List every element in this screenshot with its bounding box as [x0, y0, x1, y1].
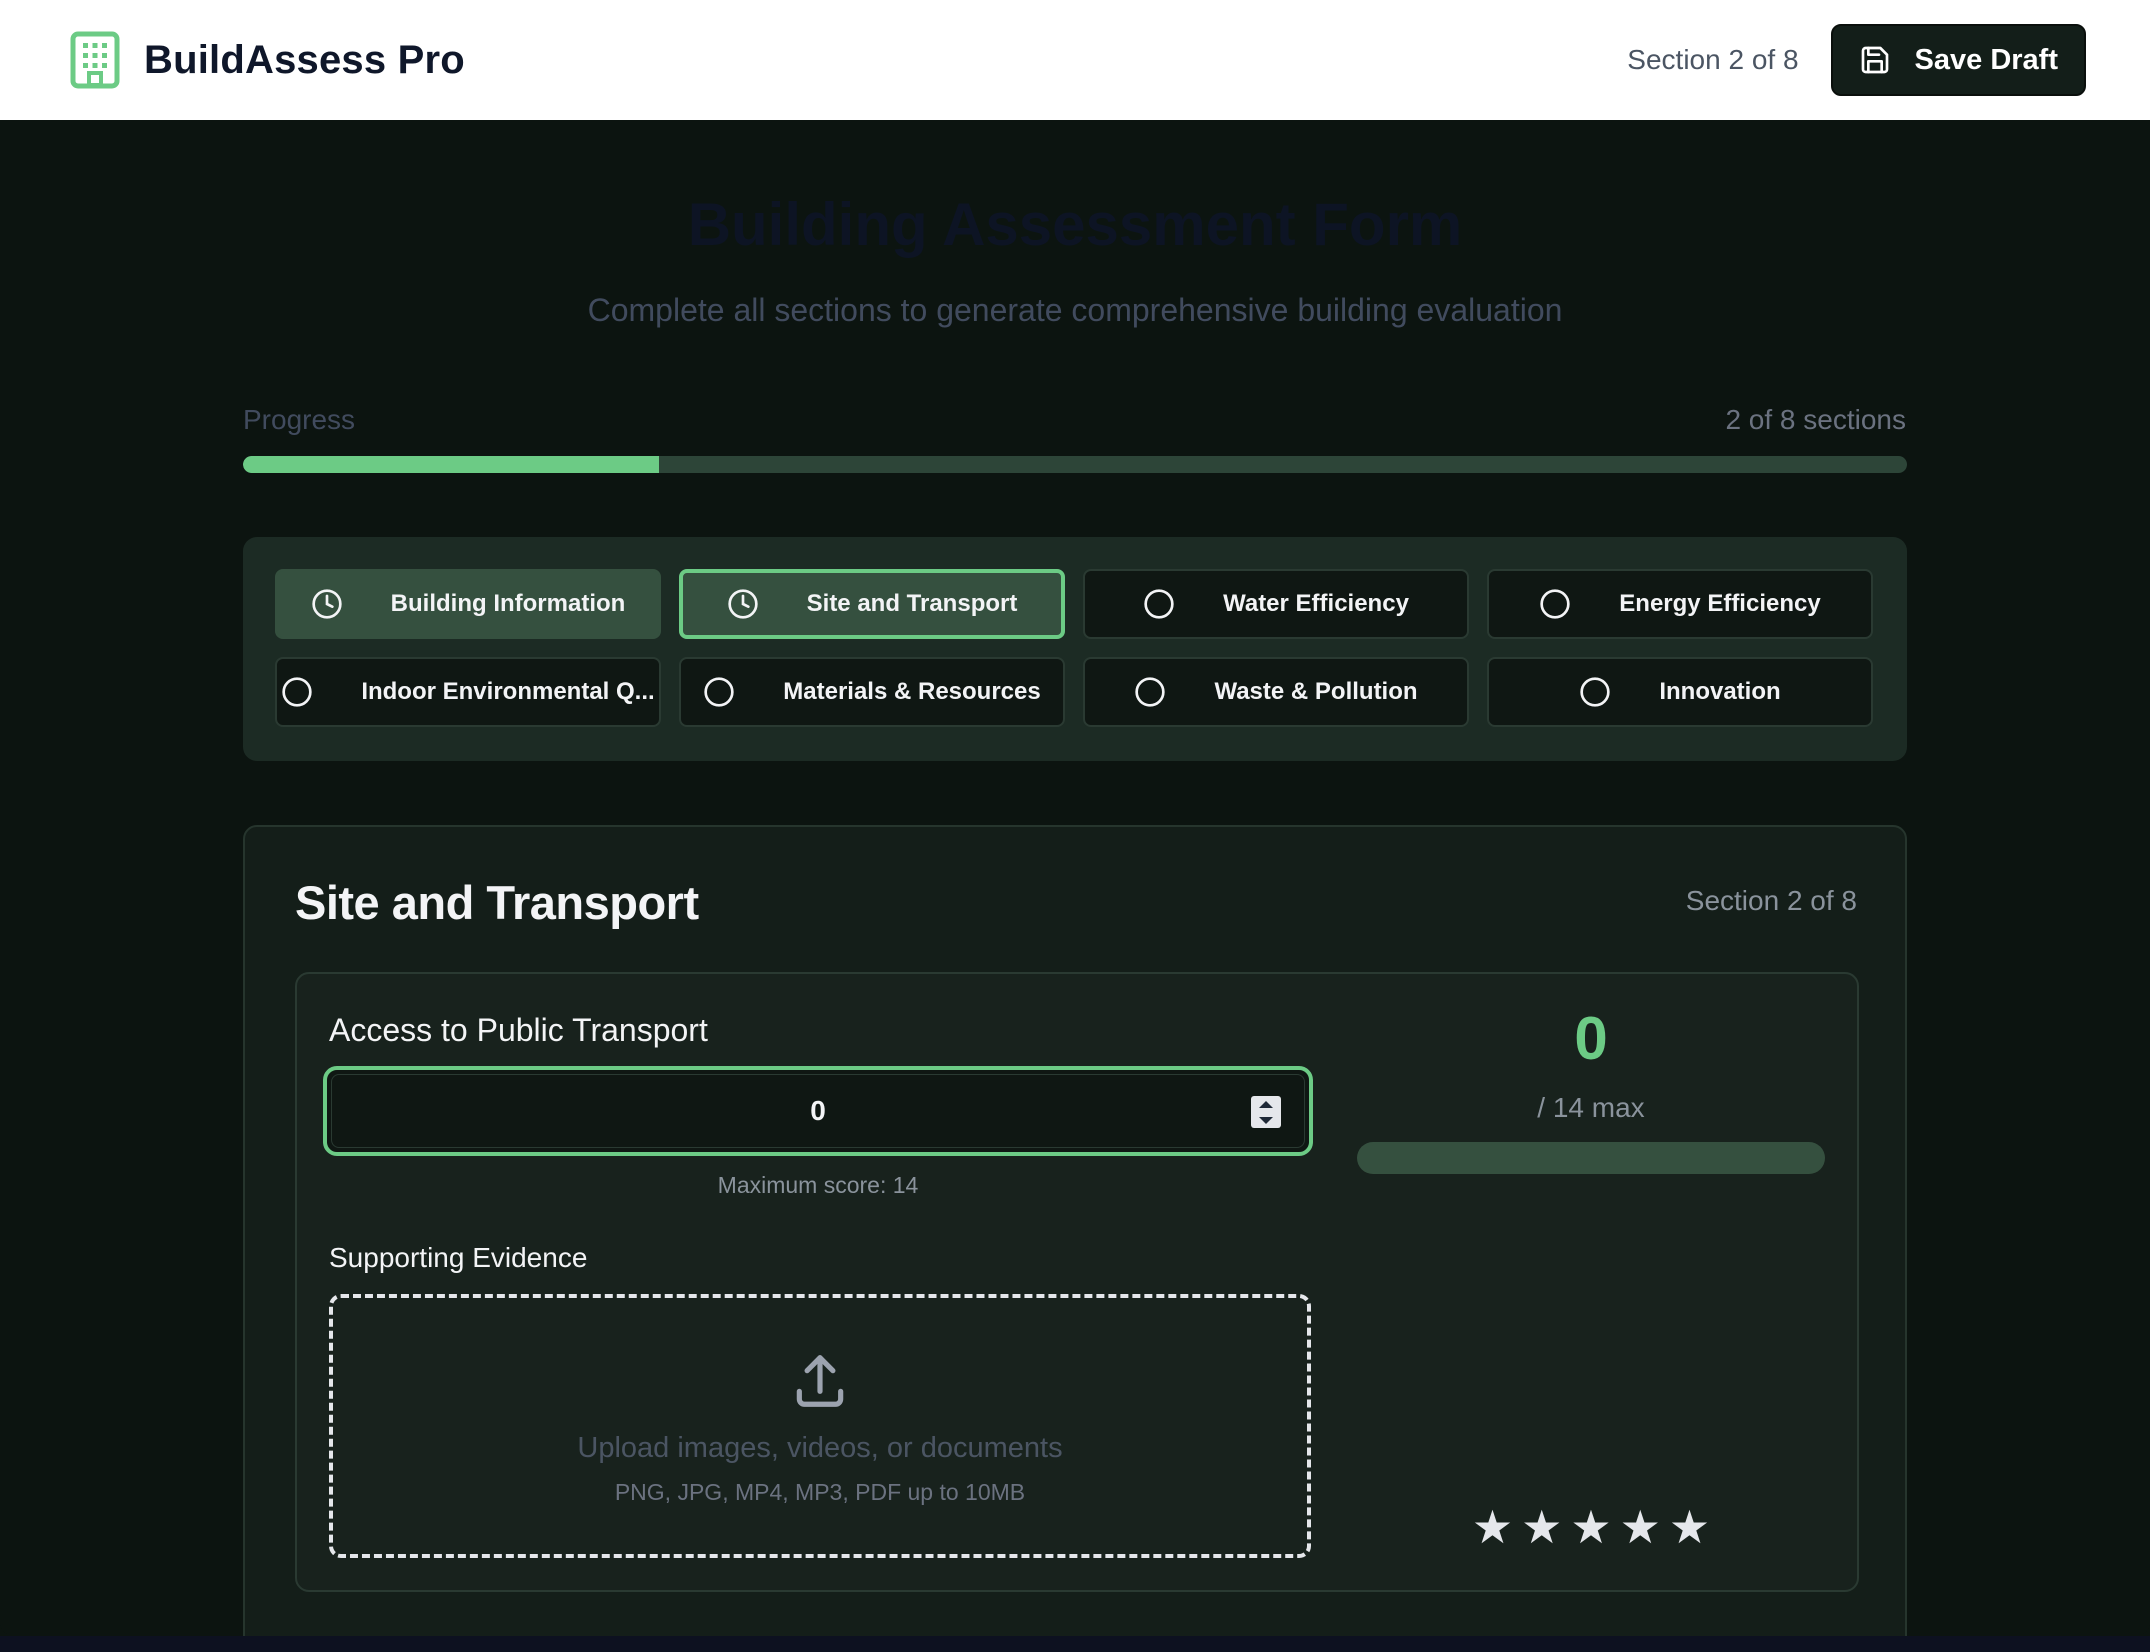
circle-icon — [1134, 676, 1166, 708]
progress-label: Progress — [243, 404, 356, 435]
save-icon — [1861, 46, 1888, 74]
upload-text: Upload images, videos, or documents — [577, 1432, 1063, 1464]
criterion-card: Access to Public Transport 0 Maximum sco… — [295, 972, 1859, 1592]
header-actions: Section 2 of 8 Save Draft — [1627, 24, 2086, 96]
progress-bar-fill — [243, 456, 659, 473]
number-spinner[interactable] — [1251, 1096, 1281, 1128]
spin-down-icon[interactable] — [1259, 1116, 1273, 1124]
score-max: / 14 max — [1537, 1092, 1645, 1123]
tab-building-information[interactable]: Building Information — [275, 569, 661, 639]
save-draft-button[interactable]: Save Draft — [1830, 24, 2086, 96]
star-icon[interactable]: ★ — [1570, 1504, 1611, 1550]
tab-materials-resources[interactable]: Materials & Resources — [679, 657, 1065, 727]
main-content: Building Assessment Form Complete all se… — [0, 120, 2150, 1652]
star-icon[interactable]: ★ — [1521, 1504, 1562, 1550]
tab-label: Innovation — [1659, 678, 1781, 705]
spin-up-icon[interactable] — [1259, 1100, 1273, 1108]
window-bottom-edge — [0, 1636, 2150, 1652]
upload-dropzone[interactable]: Upload images, videos, or documents PNG,… — [329, 1294, 1311, 1558]
star-rating: ★ ★ ★ ★ ★ — [1357, 1504, 1825, 1550]
circle-icon — [1539, 588, 1571, 620]
save-draft-label: Save Draft — [1914, 43, 2058, 76]
section-title: Site and Transport — [295, 876, 699, 929]
progress-bar — [243, 456, 1907, 473]
building-icon — [70, 31, 120, 89]
star-icon[interactable]: ★ — [1669, 1504, 1710, 1550]
tab-label: Site and Transport — [806, 590, 1018, 617]
tab-label: Materials & Resources — [783, 678, 1041, 705]
circle-icon — [1143, 588, 1175, 620]
evidence-label: Supporting Evidence — [329, 1242, 588, 1273]
circle-icon — [703, 676, 735, 708]
tab-label: Waste & Pollution — [1214, 678, 1418, 705]
page-title: Building Assessment Form — [687, 191, 1463, 258]
score-display: 0 — [1574, 1005, 1608, 1072]
clock-icon — [727, 588, 759, 620]
score-input[interactable]: 0 — [323, 1066, 1313, 1156]
tab-label: Energy Efficiency — [1619, 590, 1821, 617]
clock-icon — [311, 588, 343, 620]
max-score-hint: Maximum score: 14 — [717, 1172, 919, 1198]
tab-label: Water Efficiency — [1223, 590, 1409, 617]
app-name: BuildAssess Pro — [144, 37, 465, 82]
tab-indoor-environmental-q[interactable]: Indoor Environmental Q... — [275, 657, 661, 727]
tab-water-efficiency[interactable]: Water Efficiency — [1083, 569, 1469, 639]
page-subtitle: Complete all sections to generate compre… — [587, 292, 1563, 328]
section-tabs: Building Information Site and Transport Wa… — [243, 537, 1907, 761]
star-icon[interactable]: ★ — [1620, 1504, 1661, 1550]
section-indicator: Section 2 of 8 — [1627, 44, 1799, 75]
star-icon[interactable]: ★ — [1472, 1504, 1513, 1550]
progress-count: 2 of 8 sections — [1725, 404, 1906, 435]
score-bar — [1357, 1142, 1825, 1174]
upload-hint: PNG, JPG, MP4, MP3, PDF up to 10MB — [614, 1479, 1026, 1505]
tab-label: Building Information — [390, 590, 626, 617]
criterion-label: Access to Public Transport — [329, 1012, 708, 1048]
circle-icon — [281, 676, 313, 708]
circle-icon — [1579, 676, 1611, 708]
section-number: Section 2 of 8 — [1685, 885, 1857, 916]
section-card: Site and Transport Section 2 of 8 Access… — [243, 825, 1907, 1652]
tab-energy-efficiency[interactable]: Energy Efficiency — [1487, 569, 1873, 639]
upload-icon — [796, 1355, 844, 1407]
tab-waste-pollution[interactable]: Waste & Pollution — [1083, 657, 1469, 727]
top-bar: BuildAssess Pro Section 2 of 8 Save Draf… — [0, 0, 2150, 120]
score-input-value: 0 — [810, 1095, 826, 1126]
tab-innovation[interactable]: Innovation — [1487, 657, 1873, 727]
tab-label: Indoor Environmental Q... — [361, 678, 655, 705]
tab-site-and-transport[interactable]: Site and Transport — [679, 569, 1065, 639]
